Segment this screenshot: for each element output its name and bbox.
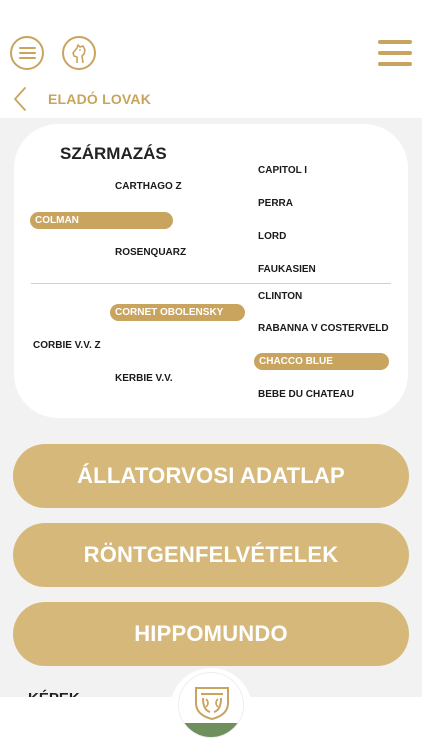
vet-record-button[interactable]: ÁLLATORVOSI ADATLAP (13, 444, 409, 508)
pedigree-entry: CORBIE V.V. Z (33, 340, 101, 351)
home-logo-button[interactable] (178, 672, 244, 738)
hippomundo-button[interactable]: HIPPOMUNDO (13, 602, 409, 666)
page-title: ELADÓ LOVAK (48, 91, 152, 107)
pedigree-entry-highlighted: COLMAN (30, 212, 173, 229)
pedigree-entry: KERBIE V.V. (115, 373, 173, 384)
list-menu-button[interactable] (10, 36, 44, 70)
top-bar: ELADÓ LOVAK (0, 0, 422, 118)
pedigree-divider (31, 283, 391, 284)
pedigree-entry: CARTHAGO Z (115, 181, 182, 192)
pedigree-entry: CLINTON (258, 291, 303, 302)
hamburger-menu-button[interactable] (378, 40, 412, 66)
pedigree-entry: RABANNA V COSTERVELD (258, 323, 389, 334)
pedigree-entry: CAPITOL I (258, 165, 308, 176)
pedigree-entry: BEBE DU CHATEAU (258, 389, 354, 400)
pedigree-entry: LORD (258, 231, 287, 242)
xray-button[interactable]: RÖNTGENFELVÉTELEK (13, 523, 409, 587)
chevron-left-icon (12, 87, 28, 116)
back-button[interactable] (12, 86, 28, 117)
pedigree-entry-highlighted: CORNET OBOLENSKY (110, 304, 245, 321)
logo-background (179, 723, 243, 737)
horse-logo-button[interactable] (62, 36, 96, 70)
pedigree-entry-highlighted: CHACCO BLUE (254, 353, 389, 370)
pedigree-entry: FAUKASIEN (258, 264, 316, 275)
pedigree-title: SZÁRMAZÁS (60, 144, 167, 163)
pedigree-card: SZÁRMAZÁS CAPITOL I CARTHAGO Z PERRA COL… (14, 124, 408, 418)
pedigree-entry: ROSENQUARZ (115, 247, 187, 258)
pedigree-entry: PERRA (258, 198, 294, 209)
